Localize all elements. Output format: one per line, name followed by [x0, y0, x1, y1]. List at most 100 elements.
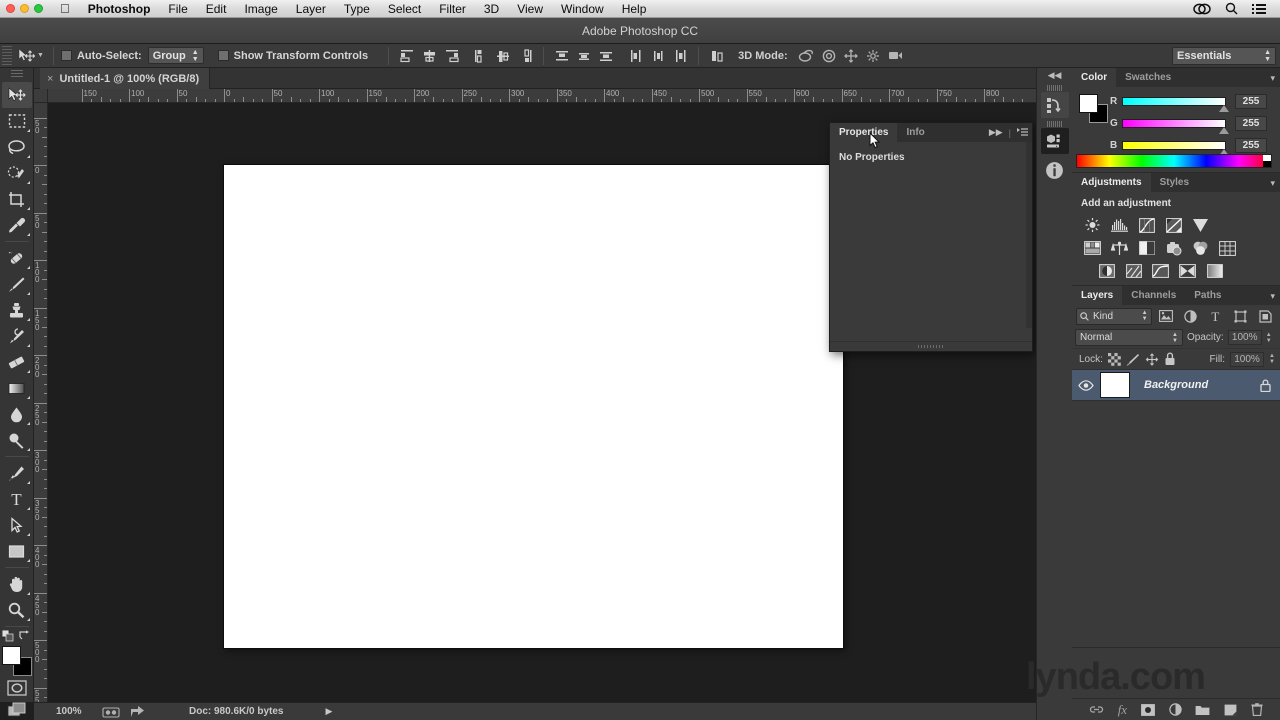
- screen-mode-icon[interactable]: [2, 700, 32, 720]
- minimize-window-button[interactable]: [20, 4, 29, 13]
- dock-group-grip[interactable]: [1046, 85, 1063, 91]
- menu-image[interactable]: Image: [235, 0, 286, 18]
- scale-3d-object-icon[interactable]: [884, 46, 906, 66]
- pen-tool[interactable]: [2, 460, 32, 486]
- menu-3d[interactable]: 3D: [475, 0, 508, 18]
- delete-layer-icon[interactable]: [1251, 703, 1263, 716]
- levels-icon[interactable]: [1108, 215, 1131, 235]
- quick-mask-mode-icon[interactable]: [2, 678, 32, 698]
- ruler-origin-corner[interactable]: [34, 89, 48, 103]
- curves-icon[interactable]: [1135, 215, 1158, 235]
- brush-tool[interactable]: [2, 271, 32, 297]
- tab-properties[interactable]: Properties: [830, 123, 898, 142]
- properties-panel-resize-handle[interactable]: [830, 341, 1032, 351]
- align-horizontal-centers-icon[interactable]: [418, 46, 440, 66]
- layer-visibility-toggle[interactable]: [1072, 379, 1100, 391]
- filter-smart-objects-icon[interactable]: [1254, 307, 1276, 326]
- menu-type[interactable]: Type: [335, 0, 379, 18]
- zoom-level[interactable]: 100%: [56, 706, 102, 717]
- spot-healing-brush-tool[interactable]: [2, 245, 32, 271]
- invert-icon[interactable]: [1095, 261, 1118, 281]
- layer-style-fx-icon[interactable]: fx: [1118, 703, 1127, 716]
- quick-selection-tool[interactable]: [2, 160, 32, 186]
- camera-raw-icon[interactable]: [102, 706, 120, 718]
- align-top-edges-icon[interactable]: [470, 46, 492, 66]
- roll-3d-object-icon[interactable]: [818, 46, 840, 66]
- new-group-icon[interactable]: [1195, 704, 1210, 716]
- fill-stepper[interactable]: ▲ ▼: [1269, 353, 1275, 365]
- apple-icon[interactable]: : [51, 2, 79, 15]
- distribute-top-edges-icon[interactable]: [551, 46, 573, 66]
- red-slider-track[interactable]: [1122, 96, 1229, 112]
- menu-select[interactable]: Select: [379, 0, 430, 18]
- align-left-edges-icon[interactable]: [396, 46, 418, 66]
- info-panel-icon[interactable]: [1041, 157, 1069, 183]
- hue-saturation-icon[interactable]: [1081, 238, 1104, 258]
- color-panel-swatches[interactable]: [1079, 94, 1108, 123]
- maximize-window-button[interactable]: [34, 4, 43, 13]
- menu-edit[interactable]: Edit: [197, 0, 236, 18]
- distribute-bottom-edges-icon[interactable]: [595, 46, 617, 66]
- foreground-color-swatch[interactable]: [1, 646, 21, 665]
- fill-field[interactable]: 100%: [1230, 351, 1265, 367]
- lock-transparent-pixels-icon[interactable]: [1107, 352, 1121, 366]
- opacity-field[interactable]: 100%: [1227, 330, 1262, 345]
- auto-select-checkbox[interactable]: [60, 50, 72, 61]
- distribute-left-edges-icon[interactable]: [625, 46, 647, 66]
- menu-filter[interactable]: Filter: [430, 0, 475, 18]
- gradient-tool[interactable]: [2, 375, 32, 401]
- lasso-tool[interactable]: [2, 134, 32, 160]
- default-colors-icon[interactable]: [2, 630, 14, 642]
- tool-preset-chevron-down-icon[interactable]: ▼: [37, 52, 44, 59]
- vertical-ruler[interactable]: 50050100150200250300350400450500550: [34, 103, 48, 702]
- layers-list-empty-space[interactable]: [1072, 401, 1280, 647]
- status-menu-arrow-icon[interactable]: ▶: [326, 706, 333, 717]
- tab-adjustments[interactable]: Adjustments: [1072, 173, 1151, 192]
- collapse-panels-button[interactable]: ◀◀: [1037, 68, 1072, 82]
- rectangular-marquee-tool[interactable]: [2, 108, 32, 134]
- red-slider-thumb[interactable]: [1219, 104, 1229, 112]
- channel-mixer-icon[interactable]: [1189, 238, 1212, 258]
- threshold-icon[interactable]: [1149, 261, 1172, 281]
- selective-color-icon[interactable]: [1176, 261, 1199, 281]
- green-slider-thumb[interactable]: [1219, 126, 1229, 134]
- creative-cloud-icon[interactable]: [1193, 3, 1211, 15]
- options-bar-grip[interactable]: [2, 45, 12, 66]
- close-icon[interactable]: ×: [47, 73, 53, 85]
- zoom-tool[interactable]: [2, 597, 32, 623]
- horizontal-ruler[interactable]: 150 100 50 0 50 100 150 200 250 300 350 400 450 500 55…: [48, 89, 1036, 103]
- tab-swatches[interactable]: Swatches: [1116, 68, 1180, 87]
- horizontal-type-tool[interactable]: T: [2, 486, 32, 512]
- table-row[interactable]: Background: [1072, 369, 1280, 401]
- eraser-tool[interactable]: [2, 349, 32, 375]
- mini-bridge-icon[interactable]: [1040, 128, 1069, 154]
- white-black-swatch[interactable]: [1263, 155, 1271, 167]
- color-swatches[interactable]: [1, 646, 32, 676]
- align-vertical-centers-icon[interactable]: [492, 46, 514, 66]
- layers-panel-menu-icon[interactable]: ▾: [1270, 291, 1275, 302]
- posterize-icon[interactable]: [1122, 261, 1145, 281]
- new-layer-icon[interactable]: [1224, 704, 1237, 716]
- distribute-vertical-centers-icon[interactable]: [573, 46, 595, 66]
- tab-layers[interactable]: Layers: [1072, 286, 1123, 305]
- auto-align-layers-icon[interactable]: [706, 46, 728, 66]
- blue-value-field[interactable]: 255: [1235, 137, 1267, 153]
- filter-shape-layers-icon[interactable]: [1229, 307, 1251, 326]
- exposure-icon[interactable]: [1162, 215, 1185, 235]
- green-value-field[interactable]: 255: [1235, 115, 1267, 131]
- menu-photoshop[interactable]: Photoshop: [79, 0, 160, 18]
- menu-help[interactable]: Help: [613, 0, 656, 18]
- add-layer-mask-icon[interactable]: [1140, 703, 1155, 716]
- link-layers-icon[interactable]: [1089, 704, 1104, 715]
- rotate-3d-object-icon[interactable]: [796, 46, 818, 66]
- filter-adjustment-layers-icon[interactable]: [1180, 307, 1202, 326]
- document-tab[interactable]: × Untitled-1 @ 100% (RGB/8): [40, 68, 211, 89]
- swap-colors-icon[interactable]: [19, 630, 31, 642]
- menu-layer[interactable]: Layer: [287, 0, 335, 18]
- align-right-edges-icon[interactable]: [440, 46, 462, 66]
- menu-window[interactable]: Window: [552, 0, 613, 18]
- history-brush-tool[interactable]: [2, 323, 32, 349]
- green-slider-track[interactable]: [1122, 118, 1229, 134]
- tab-info[interactable]: Info: [897, 123, 933, 142]
- align-bottom-edges-icon[interactable]: [514, 46, 536, 66]
